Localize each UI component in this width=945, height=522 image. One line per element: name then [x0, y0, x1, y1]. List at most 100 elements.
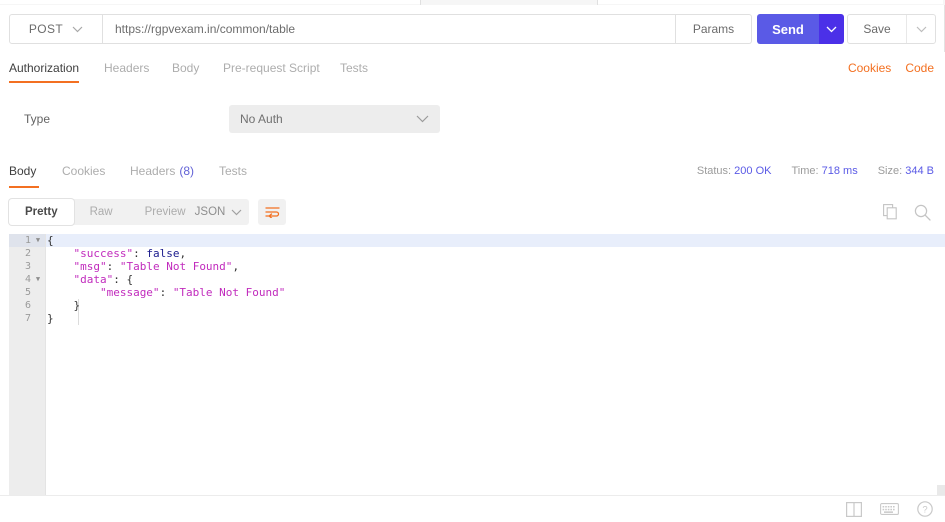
code-line: 3 "msg": "Table Not Found",: [0, 260, 945, 273]
chevron-down-icon: [72, 26, 83, 32]
status-footer: ?: [0, 495, 945, 522]
help-icon[interactable]: ?: [917, 501, 933, 517]
response-tab-label: Body: [9, 164, 37, 178]
view-mode-pretty[interactable]: Pretty: [9, 199, 74, 225]
code-token: {: [47, 234, 54, 247]
line-number: 6: [24, 300, 31, 311]
code-link[interactable]: Code: [905, 61, 934, 75]
code-token: :: [113, 273, 127, 286]
chevron-down-icon: [826, 26, 837, 32]
params-button[interactable]: Params: [676, 14, 752, 44]
response-body-toolbar: Pretty Raw Preview JSON: [0, 189, 945, 234]
url-input[interactable]: https://rgpvexam.in/common/table: [103, 14, 676, 44]
footer-actions: ?: [846, 496, 933, 522]
code-token: ,: [179, 247, 187, 260]
view-mode-raw[interactable]: Raw: [74, 199, 129, 225]
auth-type-value: No Auth: [240, 112, 283, 126]
http-method-dropdown[interactable]: POST: [9, 14, 103, 44]
tab-pre-request-script[interactable]: Pre-request Script: [223, 52, 320, 83]
code-token: }: [47, 312, 54, 325]
copy-icon[interactable]: [883, 204, 898, 220]
code-fold-toggle-icon[interactable]: ▼: [34, 273, 42, 286]
code-token: "Table Not Found": [119, 260, 233, 273]
code-line-text: "message": "Table Not Found": [100, 286, 285, 299]
code-token: {: [126, 273, 134, 286]
code-token: "msg": [73, 260, 107, 273]
send-button[interactable]: Send: [757, 14, 819, 44]
save-options-caret[interactable]: [906, 15, 935, 43]
word-wrap-icon: [264, 207, 280, 218]
tab-headers[interactable]: Headers: [104, 52, 149, 83]
format-label: JSON: [194, 206, 226, 218]
line-number: 2: [24, 248, 31, 259]
line-number: 3: [24, 261, 31, 272]
code-line: 7}: [0, 312, 945, 325]
code-token: :: [133, 247, 147, 260]
response-body-editor[interactable]: 1 ▼{2 "success": false, 3 "msg": "Table Not …: [0, 234, 945, 495]
auth-type-select[interactable]: No Auth: [229, 105, 440, 133]
send-options-caret[interactable]: [819, 14, 844, 44]
tab-body[interactable]: Body: [172, 52, 199, 83]
code-fold-toggle-icon[interactable]: ▼: [34, 234, 42, 247]
code-line-text: "data": {: [73, 273, 133, 286]
response-tab-body[interactable]: Body: [9, 154, 39, 188]
json-code: 1 ▼{2 "success": false, 3 "msg": "Table Not …: [0, 234, 945, 325]
request-tabs: Authorization Headers Body Pre-request S…: [0, 52, 945, 84]
code-line: 5 "message": "Table Not Found": [0, 286, 945, 299]
line-number: 1: [24, 235, 31, 246]
response-tab-label: Headers: [130, 164, 176, 178]
line-number: 7: [24, 313, 31, 324]
search-icon[interactable]: [914, 204, 931, 221]
auth-type-label: Type: [24, 112, 51, 126]
code-line-text: "success": false,: [73, 247, 186, 260]
response-tabs: Body Cookies Headers (8) Tests Status: 2…: [0, 154, 945, 190]
split-pane-icon[interactable]: [846, 501, 862, 517]
save-button[interactable]: Save: [848, 15, 906, 43]
headers-count-badge: (8): [179, 164, 195, 178]
response-tab-tests[interactable]: Tests: [219, 154, 247, 188]
code-token: }: [73, 299, 81, 312]
code-token: :: [159, 286, 173, 299]
request-links: Cookies Code: [848, 52, 934, 83]
svg-text:?: ?: [922, 505, 927, 516]
response-tab-cookies[interactable]: Cookies: [62, 154, 105, 188]
tab-label: Authorization: [9, 60, 80, 75]
code-token: :: [106, 260, 120, 273]
send-button-group: Send: [757, 14, 844, 44]
line-number: 5: [24, 287, 31, 298]
code-line-text: "msg": "Table Not Found",: [73, 260, 239, 273]
code-line: 2 "success": false,: [0, 247, 945, 260]
tab-strip-segment: [598, 0, 943, 4]
code-token: "success": [73, 247, 134, 260]
save-button-group: Save: [847, 14, 936, 44]
tab-authorization[interactable]: Authorization: [9, 52, 79, 83]
keyboard-icon[interactable]: [880, 503, 899, 515]
word-wrap-button[interactable]: [258, 199, 286, 225]
code-token: "data": [73, 273, 114, 286]
code-token: "message": [99, 286, 160, 299]
format-select[interactable]: JSON: [188, 199, 249, 225]
scrollbar-thumb[interactable]: [937, 485, 945, 495]
code-line: 4 ▼ "data": {: [0, 273, 945, 286]
response-body-actions: [883, 199, 931, 225]
tab-strip-segment: [0, 0, 420, 4]
code-token: "Table Not Found": [172, 286, 286, 299]
code-line: 6}: [0, 299, 945, 312]
code-line: 1 ▼ {: [0, 234, 945, 247]
time-label: Time:: [791, 165, 819, 177]
code-token: false: [146, 247, 180, 260]
line-number: 4: [24, 274, 31, 285]
url-bar-row: POST https://rgpvexam.in/common/table Pa…: [0, 5, 945, 60]
http-method-label: POST: [28, 22, 64, 36]
size-value: 344 B: [905, 165, 934, 177]
active-tab-underline: [9, 186, 39, 188]
chevron-down-icon: [416, 115, 429, 123]
response-tab-headers[interactable]: Headers (8): [130, 154, 194, 188]
status-label: Status:: [696, 165, 732, 177]
code-line-text: }: [47, 312, 54, 325]
time-metric: Time: 718 ms: [791, 165, 857, 177]
cookies-link[interactable]: Cookies: [848, 61, 891, 75]
chevron-down-icon: [231, 209, 242, 215]
tab-tests[interactable]: Tests: [340, 52, 368, 83]
chevron-down-icon: [916, 26, 926, 32]
